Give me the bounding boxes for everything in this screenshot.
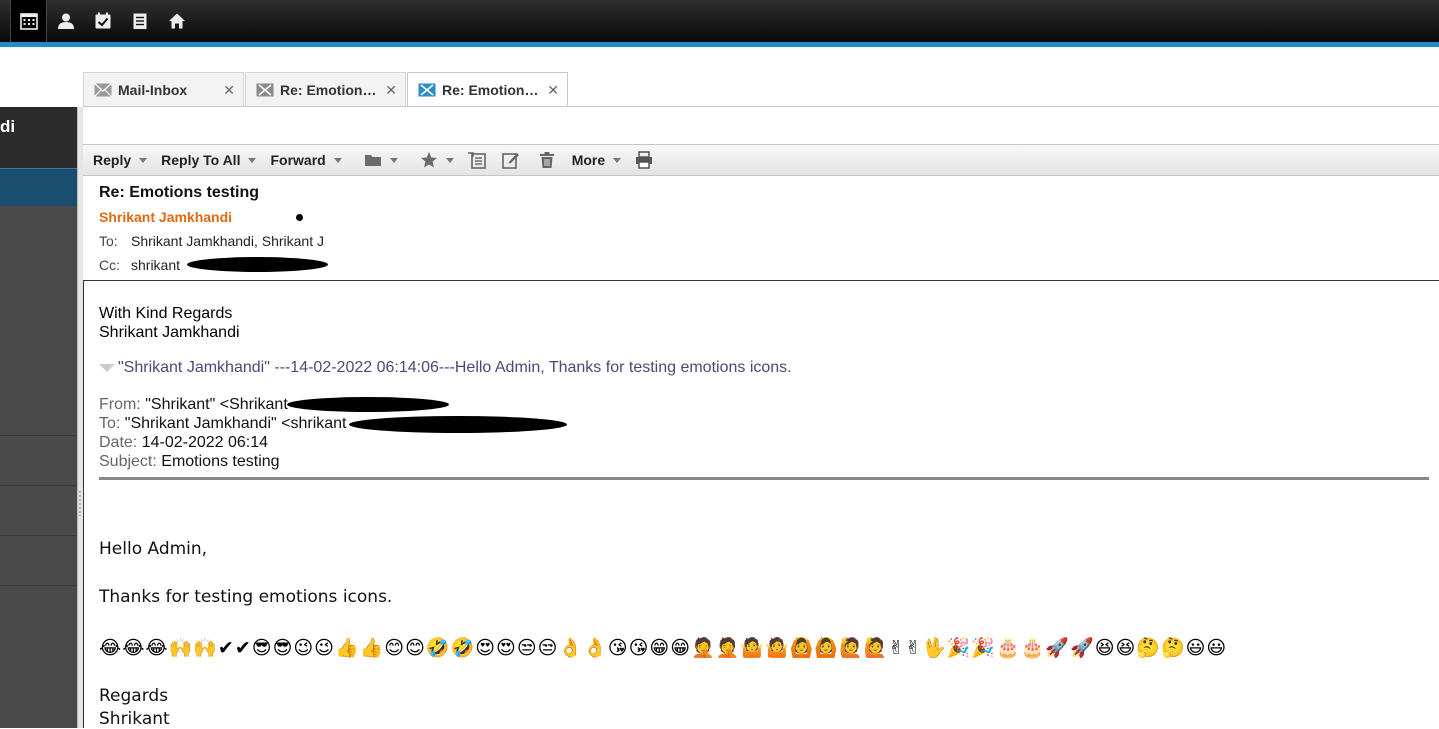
left-panel-item[interactable] (0, 436, 77, 486)
print-button[interactable] (635, 151, 653, 169)
message-header: Re: Emotions testing Shrikant Jamkhandi … (99, 176, 1429, 278)
home-icon[interactable] (158, 0, 195, 42)
calendar-icon[interactable] (10, 0, 47, 42)
subject-value: Emotions testing (161, 453, 280, 470)
presence-dot-icon (296, 214, 303, 221)
redaction-mark (349, 416, 567, 433)
envelope-icon (418, 83, 436, 97)
chevron-down-icon[interactable] (445, 157, 454, 163)
chevron-down-icon[interactable] (389, 157, 398, 163)
to-recipients[interactable]: Shrikant Jamkhandi, Shrikant J (131, 233, 324, 249)
redaction-mark (287, 397, 449, 412)
to-row: To: Shrikant Jamkhandi, Shrikant J (99, 233, 324, 249)
envelope-icon (94, 83, 112, 97)
redaction-mark (187, 257, 328, 272)
message-closing: Regards (99, 686, 169, 706)
add-to-task-button[interactable] (467, 151, 486, 169)
reply-button[interactable]: Reply (93, 152, 148, 168)
tab-reply-message[interactable]: Re: Emotions testing ✕ (245, 72, 406, 107)
chevron-down-icon[interactable] (333, 157, 342, 163)
edit-icon (501, 151, 520, 169)
envelope-icon (256, 83, 274, 97)
edit-button[interactable] (501, 151, 520, 169)
more-label: More (571, 152, 606, 168)
list-icon (467, 151, 486, 169)
message-subject: Re: Emotions testing (99, 184, 260, 201)
from-value: "Shrikant" <Shrikant (145, 396, 288, 413)
tab-label: Mail-Inbox (118, 82, 188, 98)
from-label: From: (99, 396, 141, 413)
notes-icon[interactable] (121, 0, 158, 42)
star-icon (420, 151, 438, 169)
quote-divider (99, 477, 1429, 480)
quoted-subject-row: Subject: Emotions testing (99, 453, 280, 471)
flag-button[interactable] (420, 151, 454, 169)
message-body-frame (83, 280, 1439, 728)
triangle-down-icon[interactable] (99, 363, 115, 372)
left-panel-item[interactable] (0, 486, 77, 536)
quoted-message-toggle[interactable]: "Shrikant Jamkhandi" ---14-02-2022 06:14… (99, 359, 792, 377)
reply-all-label: Reply To All (161, 152, 241, 168)
quoted-to-row: To: "Shrikant Jamkhandi" <shrikant (99, 415, 346, 433)
left-panel-area (0, 206, 77, 436)
forward-button[interactable]: Forward (270, 152, 342, 168)
left-panel-item[interactable] (0, 536, 77, 586)
top-app-bar (0, 0, 1439, 42)
trash-icon (538, 151, 556, 169)
left-panel-selected-item[interactable] (0, 168, 77, 206)
reply-all-button[interactable]: Reply To All (161, 152, 257, 168)
print-icon (635, 151, 653, 169)
task-icon[interactable] (84, 0, 121, 42)
cc-row: Cc: shrikant (99, 257, 180, 273)
app-switcher (10, 0, 195, 42)
quoted-header-text: "Shrikant Jamkhandi" ---14-02-2022 06:14… (118, 359, 792, 376)
cc-label: Cc: (99, 257, 120, 273)
tab-reply-message-active[interactable]: Re: Emotions testing ✕ (407, 72, 568, 107)
chevron-down-icon[interactable] (139, 157, 148, 163)
message-signature: Shrikant (99, 709, 170, 729)
delete-button[interactable] (538, 151, 556, 169)
cc-recipients[interactable]: shrikant (131, 257, 180, 273)
left-panel-title: di (0, 107, 77, 168)
tab-label: Re: Emotions testing (280, 82, 381, 98)
contact-icon[interactable] (47, 0, 84, 42)
more-button[interactable]: More (571, 152, 622, 168)
splitter-grip-icon[interactable] (79, 490, 81, 516)
chevron-down-icon[interactable] (613, 157, 622, 163)
message-toolbar: Reply Reply To All Forward More (83, 144, 1439, 176)
tab-content-strip (83, 107, 1439, 144)
close-icon[interactable]: ✕ (547, 82, 559, 99)
forward-label: Forward (270, 152, 326, 168)
folder-icon (364, 151, 382, 169)
to-label: To: (99, 415, 121, 432)
date-label: Date: (99, 434, 138, 451)
quoted-date-row: Date: 14-02-2022 06:14 (99, 434, 268, 452)
quoted-from-row: From: "Shrikant" <Shrikant (99, 396, 288, 414)
subject-label: Subject: (99, 453, 157, 470)
message-greeting: Hello Admin, (99, 539, 208, 559)
tab-mail-inbox[interactable]: Mail-Inbox ✕ (83, 72, 244, 107)
chevron-down-icon[interactable] (248, 157, 257, 163)
close-icon[interactable]: ✕ (223, 82, 235, 99)
emoji-row: 😂😂😂🙌🙌✔✔😎😎😉😉👍👍😊😊🤣🤣😍😍😒😒👌👌😘😘😁😁🤦🤦🤷🤷🙆🙆🙋🙋✌✌🖖🎉🎉… (99, 638, 1228, 659)
reply-label: Reply (93, 152, 132, 168)
close-icon[interactable]: ✕ (385, 82, 397, 99)
move-to-folder-button[interactable] (364, 151, 398, 169)
message-line: Thanks for testing emotions icons. (99, 587, 393, 607)
left-navigation-panel: di (0, 107, 77, 728)
accent-stripe (0, 42, 1439, 47)
sender-name[interactable]: Shrikant Jamkhandi (99, 209, 232, 225)
signature-line: With Kind Regards (99, 305, 233, 322)
to-value: "Shrikant Jamkhandi" <shrikant (124, 415, 347, 432)
to-label: To: (99, 233, 118, 249)
tab-label: Re: Emotions testing (442, 82, 543, 98)
signature-name: Shrikant Jamkhandi (99, 324, 240, 341)
date-value: 14-02-2022 06:14 (141, 434, 269, 451)
tab-bar: Mail-Inbox ✕ Re: Emotions testing ✕ Re: … (83, 72, 569, 107)
